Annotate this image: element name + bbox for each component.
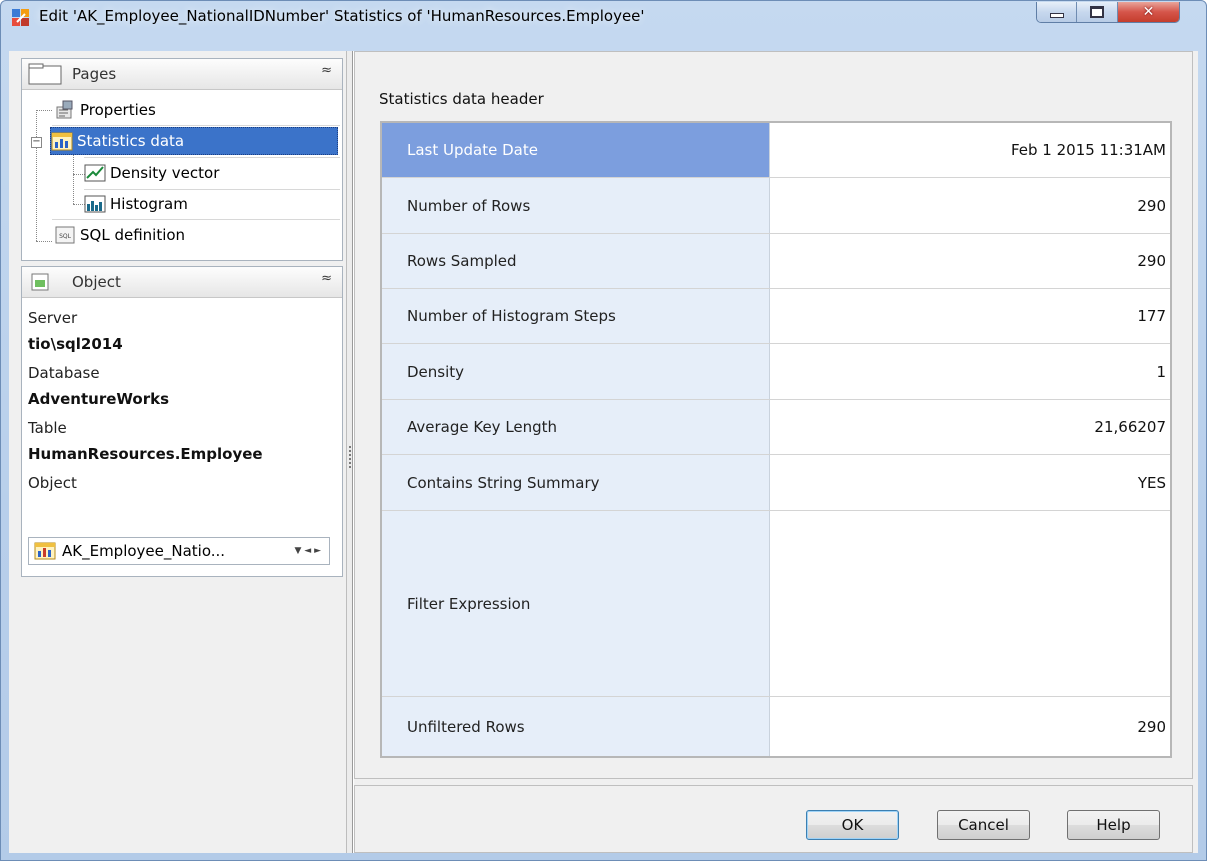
client-area: Pages ≈ − Properties Statistics data Den… <box>9 51 1198 853</box>
section-title: Statistics data header <box>379 90 544 108</box>
table-row[interactable]: Unfiltered Rows 290 <box>382 697 1170 756</box>
density-vector-icon <box>84 164 106 182</box>
table-row[interactable]: Number of Histogram Steps 177 <box>382 289 1170 344</box>
tree-item-label: SQL definition <box>80 226 186 244</box>
sql-icon: SQL <box>55 226 75 244</box>
collapse-pages-icon[interactable]: ≈ <box>321 63 332 78</box>
row-value <box>770 511 1170 696</box>
database-value: AdventureWorks <box>28 390 170 408</box>
tree-item-label: Density vector <box>110 164 220 182</box>
row-name: Unfiltered Rows <box>382 697 770 756</box>
statistics-icon <box>34 542 56 560</box>
tree-item-label: Statistics data <box>77 132 185 150</box>
caption-buttons: ✕ <box>1036 2 1180 23</box>
object-label: Object <box>28 474 77 492</box>
row-value: 21,66207 <box>1094 418 1166 436</box>
pane-splitter[interactable] <box>346 51 353 853</box>
object-selector[interactable]: AK_Employee_Natio... ▼ ◄ ► <box>28 537 330 565</box>
row-name: Number of Histogram Steps <box>382 289 770 343</box>
app-icon <box>12 9 29 26</box>
object-group: Object ≈ Server tio\sql2014 Database Adv… <box>21 266 343 577</box>
table-row[interactable]: Density 1 <box>382 344 1170 400</box>
collapse-node-icon[interactable]: − <box>31 137 42 148</box>
pages-icon <box>28 63 62 85</box>
dialog-button-bar: OK Cancel Help <box>354 785 1193 853</box>
title-bar[interactable]: Edit 'AK_Employee_NationalIDNumber' Stat… <box>1 1 1206 51</box>
table-row[interactable]: Contains String Summary YES <box>382 455 1170 511</box>
minimize-button[interactable] <box>1037 2 1078 22</box>
divider <box>52 125 340 126</box>
server-label: Server <box>28 309 78 327</box>
tree-line <box>36 110 52 111</box>
table-row[interactable]: Average Key Length 21,66207 <box>382 400 1170 455</box>
tree-item-density-vector[interactable]: Density vector <box>84 159 338 187</box>
tree-line <box>73 152 74 204</box>
row-name: Filter Expression <box>382 511 770 696</box>
close-button[interactable]: ✕ <box>1117 2 1179 22</box>
close-icon: ✕ <box>1142 4 1155 20</box>
tree-line <box>36 241 52 242</box>
divider <box>52 219 340 220</box>
minimize-icon <box>1049 12 1064 18</box>
row-name: Average Key Length <box>382 400 770 454</box>
navigation-pane: Pages ≈ − Properties Statistics data Den… <box>9 51 347 853</box>
pages-group-title: Pages <box>72 65 117 83</box>
row-value: 177 <box>1137 307 1166 325</box>
row-value: 290 <box>1137 717 1166 736</box>
statistics-panel: Statistics data header Last Update Date … <box>354 51 1193 779</box>
pages-group-header[interactable]: Pages ≈ <box>22 59 342 90</box>
object-group-title: Object <box>72 273 121 291</box>
collapse-object-icon[interactable]: ≈ <box>321 271 332 286</box>
object-icon <box>31 273 49 291</box>
row-name: Contains String Summary <box>382 455 770 510</box>
row-name: Rows Sampled <box>382 234 770 288</box>
row-value: 290 <box>1137 252 1166 270</box>
tree-item-label: Histogram <box>110 195 188 213</box>
properties-icon <box>56 100 73 119</box>
table-row[interactable]: Rows Sampled 290 <box>382 234 1170 289</box>
divider <box>84 157 340 158</box>
tree-item-sql-definition[interactable]: SQL SQL definition <box>54 221 340 249</box>
tree-line <box>36 110 37 241</box>
server-value: tio\sql2014 <box>28 335 123 353</box>
dialog-window: Edit 'AK_Employee_NationalIDNumber' Stat… <box>0 0 1207 861</box>
selector-arrows-icon[interactable]: ▼ ◄ ► <box>295 546 322 556</box>
tree-item-statistics-data[interactable]: Statistics data <box>50 127 338 155</box>
row-value: 290 <box>1137 196 1166 215</box>
table-row[interactable]: Number of Rows 290 <box>382 178 1170 234</box>
table-label: Table <box>28 419 67 437</box>
object-group-header[interactable]: Object ≈ <box>22 267 342 298</box>
table-row[interactable]: Filter Expression <box>382 511 1170 697</box>
maximize-icon <box>1090 6 1105 18</box>
row-value: 1 <box>1156 362 1166 381</box>
histogram-icon <box>84 195 106 213</box>
help-button[interactable]: Help <box>1067 810 1160 840</box>
row-name: Last Update Date <box>382 123 770 177</box>
row-name: Density <box>382 344 770 399</box>
row-value: Feb 1 2015 11:31AM <box>1010 141 1166 159</box>
pages-group: Pages ≈ − Properties Statistics data Den… <box>21 58 343 261</box>
table-row[interactable]: Last Update Date Feb 1 2015 11:31AM <box>382 123 1170 178</box>
row-name: Number of Rows <box>382 178 770 233</box>
splitter-grip-icon <box>349 446 351 468</box>
svg-text:SQL: SQL <box>59 233 72 240</box>
tree-item-histogram[interactable]: Histogram <box>84 190 338 218</box>
tree-item-label: Properties <box>80 101 156 119</box>
ok-button[interactable]: OK <box>806 810 899 840</box>
row-value: YES <box>1137 473 1166 492</box>
tree-item-properties[interactable]: Properties <box>54 96 340 124</box>
content-pane: Statistics data header Last Update Date … <box>354 51 1198 853</box>
statistics-icon <box>51 132 73 151</box>
statistics-grid: Last Update Date Feb 1 2015 11:31AM Numb… <box>380 121 1172 758</box>
maximize-button[interactable] <box>1077 2 1118 22</box>
table-value: HumanResources.Employee <box>28 445 263 463</box>
database-label: Database <box>28 364 100 382</box>
cancel-button[interactable]: Cancel <box>937 810 1030 840</box>
window-title: Edit 'AK_Employee_NationalIDNumber' Stat… <box>39 7 645 25</box>
object-selector-value: AK_Employee_Natio... <box>62 542 226 560</box>
